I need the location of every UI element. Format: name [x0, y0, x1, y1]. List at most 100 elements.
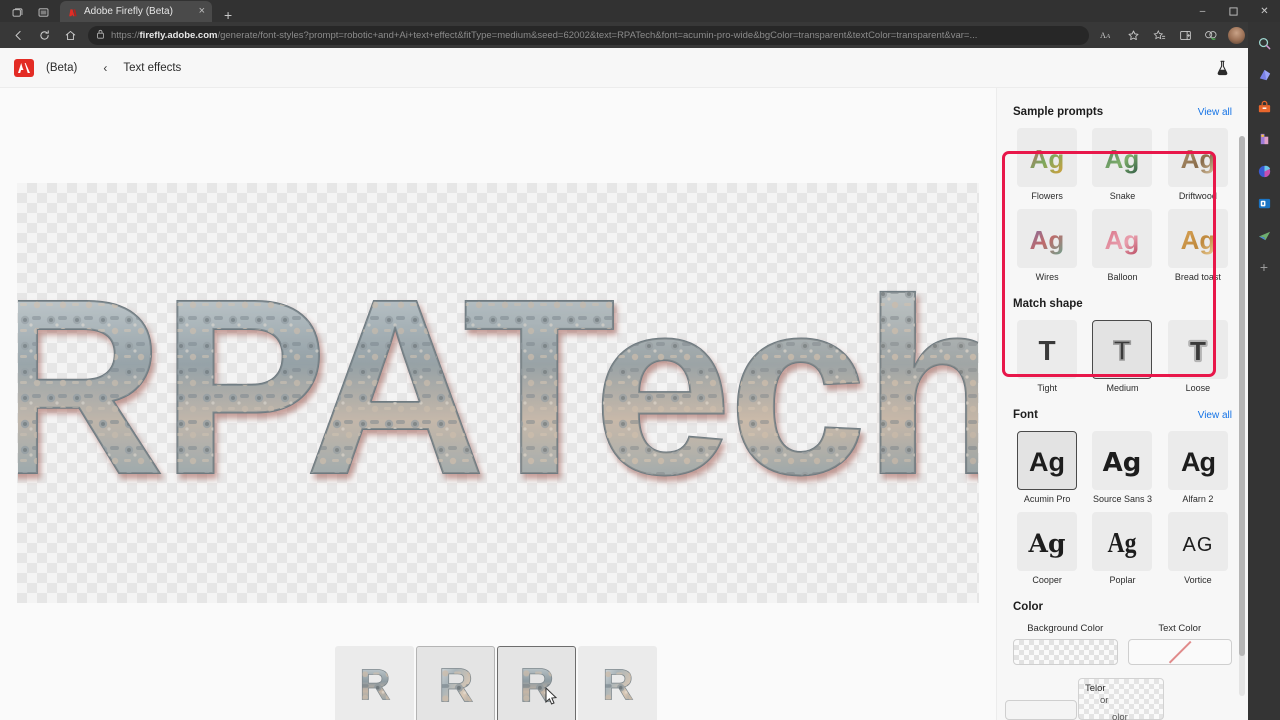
- color-section: Color Background Color Text Color: [1013, 601, 1232, 665]
- variation-thumbnail-3[interactable]: RR: [497, 646, 576, 720]
- search-icon[interactable]: [1255, 34, 1273, 52]
- split-screen-icon[interactable]: [1173, 24, 1197, 46]
- favorites-bar-icon[interactable]: [1147, 24, 1171, 46]
- svg-text:T: T: [1114, 335, 1131, 366]
- sample-prompt-driftwood[interactable]: Ag Driftwood: [1164, 128, 1232, 201]
- shopping-icon[interactable]: [1255, 98, 1273, 116]
- sample-prompt-thumb: Ag: [1092, 128, 1153, 187]
- text-color-swatch[interactable]: [1127, 639, 1232, 665]
- home-icon[interactable]: [58, 24, 82, 46]
- profile-avatar[interactable]: [1228, 26, 1245, 44]
- address-bar[interactable]: https://firefly.adobe.com/generate/font-…: [88, 25, 1089, 45]
- text-color-control: Text Color: [1127, 623, 1232, 665]
- variation-thumbnail-4[interactable]: RR: [578, 646, 657, 720]
- svg-text:Ag: Ag: [1029, 447, 1065, 477]
- generated-artwork: RPATech RPATech RPATech: [17, 183, 979, 603]
- address-bar-url: https://firefly.adobe.com/generate/font-…: [111, 29, 978, 41]
- read-aloud-icon[interactable]: AA: [1095, 24, 1119, 46]
- match-shape-section: Match shape T Tight T Medium T Loose: [1013, 298, 1232, 393]
- sample-prompt-snake[interactable]: Ag Snake: [1088, 128, 1156, 201]
- color-swatches: Background Color Text Color: [1013, 623, 1232, 665]
- font-thumb: Ag: [1092, 431, 1153, 490]
- match-shape-label: Medium: [1106, 383, 1139, 393]
- reload-icon[interactable]: [32, 24, 56, 46]
- font-thumb: Ag: [1017, 431, 1078, 490]
- background-color-swatch[interactable]: [1013, 639, 1118, 665]
- window-close-button[interactable]: ✕: [1249, 0, 1280, 22]
- adobe-logo-icon[interactable]: [14, 58, 34, 77]
- sample-prompt-wires[interactable]: Ag Wires: [1013, 209, 1081, 282]
- variation-thumbnail-2[interactable]: RR: [416, 646, 495, 720]
- games-icon[interactable]: [1255, 130, 1273, 148]
- sample-prompt-flowers[interactable]: Ag Flowers: [1013, 128, 1081, 201]
- settings-panel: Sample prompts View all Ag Flowers Ag Sn…: [996, 88, 1248, 720]
- canvas-area: RPATech RPATech RPATech RR RR RR R R: [0, 88, 996, 720]
- svg-text:R: R: [602, 661, 633, 709]
- panel-scrollbar-track[interactable]: [1239, 136, 1245, 696]
- svg-text:A: A: [1100, 31, 1106, 40]
- match-shape-thumb: T: [1017, 320, 1078, 379]
- sample-prompt-bread-toast[interactable]: Ag Bread toast: [1164, 209, 1232, 282]
- svg-text:AG: AG: [1182, 534, 1213, 556]
- match-shape-thumb: T: [1167, 320, 1228, 379]
- variation-thumbnail-1[interactable]: RR: [335, 646, 414, 720]
- panel-scrollbar-thumb[interactable]: [1239, 136, 1245, 656]
- background-color-label: Background Color: [1027, 623, 1104, 634]
- font-title: Font: [1013, 409, 1038, 421]
- font-acumin-pro[interactable]: Ag Acumin Pro: [1013, 431, 1081, 504]
- match-shape-title: Match shape: [1013, 298, 1083, 310]
- font-alfarn-2[interactable]: Ag Alfarn 2: [1164, 431, 1232, 504]
- font-view-all[interactable]: View all: [1198, 410, 1232, 421]
- browser-tab[interactable]: Adobe Firefly (Beta) ×: [60, 1, 212, 22]
- beta-label: (Beta): [46, 61, 78, 74]
- tab-actions-icon[interactable]: [4, 2, 30, 22]
- sample-prompt-thumb: Ag: [1017, 128, 1078, 187]
- browser-essentials-icon[interactable]: [1199, 24, 1223, 46]
- sample-prompt-label: Flowers: [1031, 191, 1063, 201]
- artwork-svg: RPATech RPATech RPATech: [18, 246, 978, 527]
- new-tab-button[interactable]: +: [218, 8, 238, 22]
- svg-text:Ag: Ag: [1180, 144, 1215, 174]
- window-minimize-button[interactable]: –: [1187, 0, 1218, 22]
- add-icon[interactable]: +: [1255, 258, 1273, 276]
- copilot-icon[interactable]: [1255, 66, 1273, 84]
- svg-text:T: T: [1039, 335, 1056, 366]
- font-cooper[interactable]: Ag Cooper: [1013, 512, 1081, 585]
- background-color-control: Background Color: [1013, 623, 1118, 665]
- outlook-icon[interactable]: [1255, 194, 1273, 212]
- back-icon[interactable]: [6, 24, 30, 46]
- font-label: Vortice: [1184, 575, 1212, 585]
- font-poplar[interactable]: Ag Poplar: [1088, 512, 1156, 585]
- match-shape-tight[interactable]: T Tight: [1013, 320, 1081, 393]
- match-shape-medium[interactable]: T Medium: [1088, 320, 1156, 393]
- tab-close-icon[interactable]: ×: [197, 6, 207, 17]
- sample-prompt-balloon[interactable]: Ag Balloon: [1088, 209, 1156, 282]
- font-thumb: Ag: [1017, 512, 1078, 571]
- svg-text:R: R: [438, 658, 473, 712]
- match-shape-loose[interactable]: T Loose: [1164, 320, 1232, 393]
- lock-icon: [96, 29, 105, 41]
- svg-text:Ag: Ag: [1028, 529, 1066, 558]
- svg-text:Ag: Ag: [1105, 225, 1140, 255]
- font-label: Alfarn 2: [1182, 494, 1214, 504]
- browser-toolbar: https://firefly.adobe.com/generate/font-…: [0, 22, 1280, 48]
- transparent-canvas[interactable]: RPATech RPATech RPATech: [17, 183, 979, 603]
- firefly-favicon: [67, 6, 78, 17]
- sample-prompts-view-all[interactable]: View all: [1198, 107, 1232, 118]
- font-vortice[interactable]: AG Vortice: [1164, 512, 1232, 585]
- font-source-sans-3[interactable]: Ag Source Sans 3: [1088, 431, 1156, 504]
- office-icon[interactable]: [1255, 162, 1273, 180]
- back-button[interactable]: ‹: [99, 61, 111, 75]
- sample-prompt-label: Balloon: [1107, 272, 1138, 282]
- window-maximize-button[interactable]: [1218, 0, 1249, 22]
- sample-prompt-label: Wires: [1035, 272, 1059, 282]
- font-label: Source Sans 3: [1092, 494, 1153, 504]
- sample-prompt-label: Bread toast: [1174, 272, 1221, 282]
- tab-search-icon[interactable]: [30, 2, 56, 22]
- favorite-star-icon[interactable]: [1121, 24, 1145, 46]
- send-icon[interactable]: [1255, 226, 1273, 244]
- sample-prompt-thumb: Ag: [1167, 128, 1228, 187]
- browser-window: Adobe Firefly (Beta) × + – ✕ https://fir…: [0, 0, 1280, 720]
- font-section: Font View all Ag Acumin Pro Ag Source Sa…: [1013, 409, 1232, 585]
- flask-icon[interactable]: [1210, 56, 1234, 80]
